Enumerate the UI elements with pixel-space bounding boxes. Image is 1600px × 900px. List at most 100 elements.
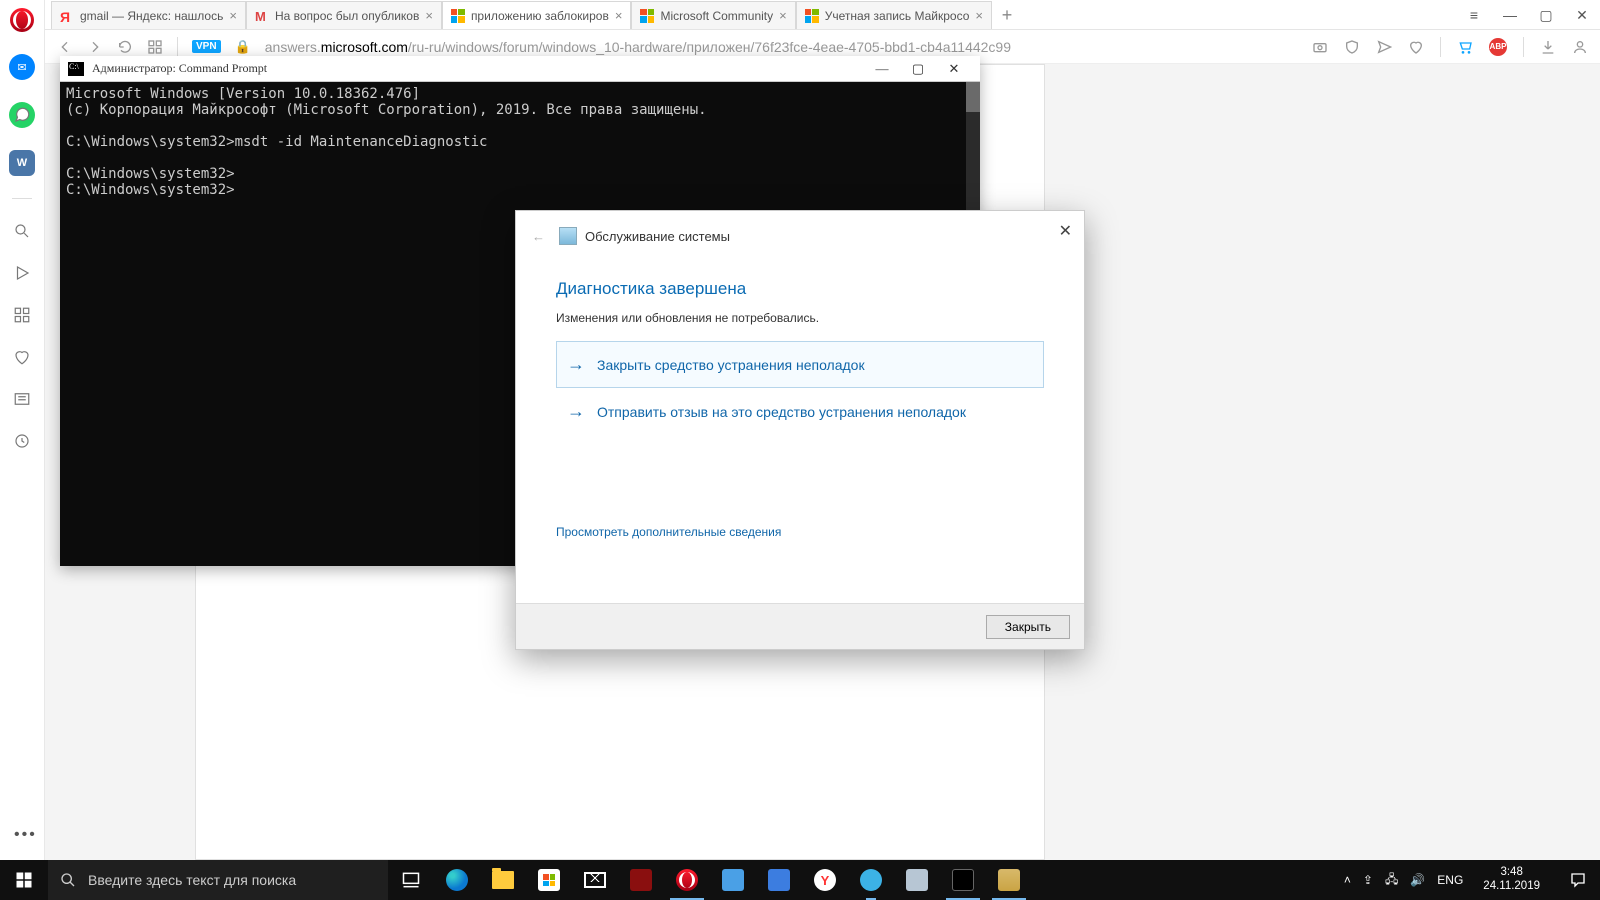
- send-icon[interactable]: [1376, 39, 1392, 55]
- app-icon-blue2[interactable]: [756, 860, 802, 900]
- edge-icon[interactable]: [434, 860, 480, 900]
- app-icon-blue1[interactable]: [710, 860, 756, 900]
- toolbar-right: ABP: [1312, 37, 1588, 57]
- shield-icon[interactable]: [1344, 39, 1360, 55]
- gmail-icon: M: [255, 9, 269, 23]
- news-icon[interactable]: [12, 389, 32, 409]
- messenger-icon[interactable]: ✉: [9, 54, 35, 80]
- lock-icon[interactable]: 🔒: [235, 39, 251, 55]
- adblock-icon[interactable]: ABP: [1489, 38, 1507, 56]
- clock[interactable]: 3:4824.11.2019: [1475, 866, 1548, 894]
- speed-dial-icon[interactable]: [12, 305, 32, 325]
- url-path: /ru-ru/windows/forum/windows_10-hardware…: [408, 39, 1011, 55]
- option-send-feedback[interactable]: →Отправить отзыв на это средство устране…: [556, 388, 1044, 435]
- back-arrow-icon[interactable]: ←: [532, 229, 545, 244]
- dialog-footer: Закрыть: [516, 603, 1084, 649]
- history-icon[interactable]: [12, 431, 32, 451]
- tab-label: На вопрос был опубликов: [275, 9, 419, 23]
- forward-button[interactable]: [87, 39, 103, 55]
- microsoft-icon: [805, 9, 819, 23]
- close-tab-icon[interactable]: ×: [229, 8, 237, 23]
- cmd-scrollbar-thumb[interactable]: [966, 82, 980, 112]
- cmd-close-button[interactable]: ✕: [936, 56, 972, 82]
- separator: [1523, 37, 1524, 57]
- download-icon[interactable]: [1540, 39, 1556, 55]
- taskbar: Введите здесь текст для поиска Y ˄ ⇪ 🖧 🔊…: [0, 860, 1600, 900]
- qbittorrent-icon[interactable]: [848, 860, 894, 900]
- arrow-right-icon: →: [567, 401, 585, 422]
- network-icon[interactable]: 🖧: [1385, 870, 1398, 891]
- cmd-taskbar-icon[interactable]: [940, 860, 986, 900]
- play-icon[interactable]: [12, 263, 32, 283]
- tab-ms-account[interactable]: Учетная запись Майкросо ×: [796, 1, 992, 29]
- clock-time: 3:48: [1483, 866, 1540, 880]
- app-icon-red[interactable]: [618, 860, 664, 900]
- whatsapp-icon[interactable]: [9, 102, 35, 128]
- url-host: answers.: [265, 39, 321, 55]
- close-tab-icon[interactable]: ×: [615, 8, 623, 23]
- tab-ms-community[interactable]: Microsoft Community ×: [631, 1, 795, 29]
- microsoft-icon: [451, 9, 465, 23]
- explorer-icon[interactable]: [480, 860, 526, 900]
- easy-setup-icon[interactable]: ≡: [1456, 0, 1492, 30]
- microsoft-icon: [640, 9, 654, 23]
- mail-icon[interactable]: [572, 860, 618, 900]
- start-page-button[interactable]: [147, 39, 163, 55]
- dialog-close-icon[interactable]: ✕: [1059, 221, 1072, 241]
- dialog-title: Обслуживание системы: [585, 229, 730, 244]
- profile-icon[interactable]: [1572, 39, 1588, 55]
- maximize-button[interactable]: ▢: [1528, 0, 1564, 30]
- tab-yandex[interactable]: Яgmail — Яндекс: нашлось×: [51, 1, 246, 29]
- tab-ms-answers[interactable]: приложению заблокиров ×: [442, 1, 632, 29]
- troubleshooter-taskbar-icon[interactable]: [986, 860, 1032, 900]
- close-tab-icon[interactable]: ×: [425, 8, 433, 23]
- search-icon: [60, 872, 76, 888]
- vk-icon[interactable]: W: [9, 150, 35, 176]
- tray-chevron-icon[interactable]: ˄: [1344, 873, 1351, 887]
- usb-icon[interactable]: ⇪: [1363, 873, 1373, 887]
- close-tab-icon[interactable]: ×: [779, 8, 787, 23]
- cmd-icon: [68, 62, 84, 76]
- search-placeholder: Введите здесь текст для поиска: [88, 872, 296, 888]
- store-icon[interactable]: [526, 860, 572, 900]
- dialog-body: Диагностика завершена Изменения или обно…: [516, 261, 1084, 603]
- cmd-titlebar[interactable]: Администратор: Command Prompt — ▢ ✕: [60, 56, 980, 82]
- tab-label: Учетная запись Майкросо: [825, 9, 970, 23]
- cmd-maximize-button[interactable]: ▢: [900, 56, 936, 82]
- language-indicator[interactable]: ENG: [1437, 873, 1463, 887]
- bookmark-heart-icon[interactable]: [1408, 39, 1424, 55]
- taskbar-search[interactable]: Введите здесь текст для поиска: [48, 860, 388, 900]
- opera-taskbar-icon[interactable]: [664, 860, 710, 900]
- tab-gmail[interactable]: M На вопрос был опубликов ×: [246, 1, 442, 29]
- cart-icon[interactable]: [1457, 39, 1473, 55]
- arrow-right-icon: →: [567, 354, 585, 375]
- action-center-icon[interactable]: [1560, 860, 1596, 900]
- option-label: Закрыть средство устранения неполадок: [597, 357, 865, 373]
- app-icon-grey[interactable]: [894, 860, 940, 900]
- back-button[interactable]: [57, 39, 73, 55]
- sidebar-separator: [12, 198, 32, 199]
- browser-sidebar: ✉ W •••: [0, 0, 45, 860]
- snapshot-icon[interactable]: [1312, 39, 1328, 55]
- yandex-browser-icon[interactable]: Y: [802, 860, 848, 900]
- vpn-badge[interactable]: VPN: [192, 40, 221, 53]
- minimize-button[interactable]: —: [1492, 0, 1528, 30]
- reload-button[interactable]: [117, 39, 133, 55]
- close-button[interactable]: Закрыть: [986, 615, 1070, 639]
- tab-label: приложению заблокиров: [471, 9, 609, 23]
- start-button[interactable]: [0, 860, 48, 900]
- search-icon[interactable]: [12, 221, 32, 241]
- close-window-button[interactable]: ✕: [1564, 0, 1600, 30]
- cmd-minimize-button[interactable]: —: [864, 56, 900, 82]
- url-field[interactable]: answers.microsoft.com/ru-ru/windows/foru…: [265, 39, 1298, 55]
- volume-icon[interactable]: 🔊: [1410, 873, 1425, 887]
- sidebar-more-icon[interactable]: •••: [14, 826, 37, 844]
- heart-icon[interactable]: [12, 347, 32, 367]
- option-close-troubleshooter[interactable]: → Закрыть средство устранения неполадок: [556, 341, 1044, 388]
- new-tab-button[interactable]: +: [992, 1, 1022, 29]
- tab-label: Microsoft Community: [660, 9, 773, 23]
- yandex-icon: Я: [60, 9, 74, 23]
- task-view-icon[interactable]: [388, 860, 434, 900]
- close-tab-icon[interactable]: ×: [975, 8, 983, 23]
- view-details-link[interactable]: Просмотреть дополнительные сведения: [556, 525, 781, 539]
